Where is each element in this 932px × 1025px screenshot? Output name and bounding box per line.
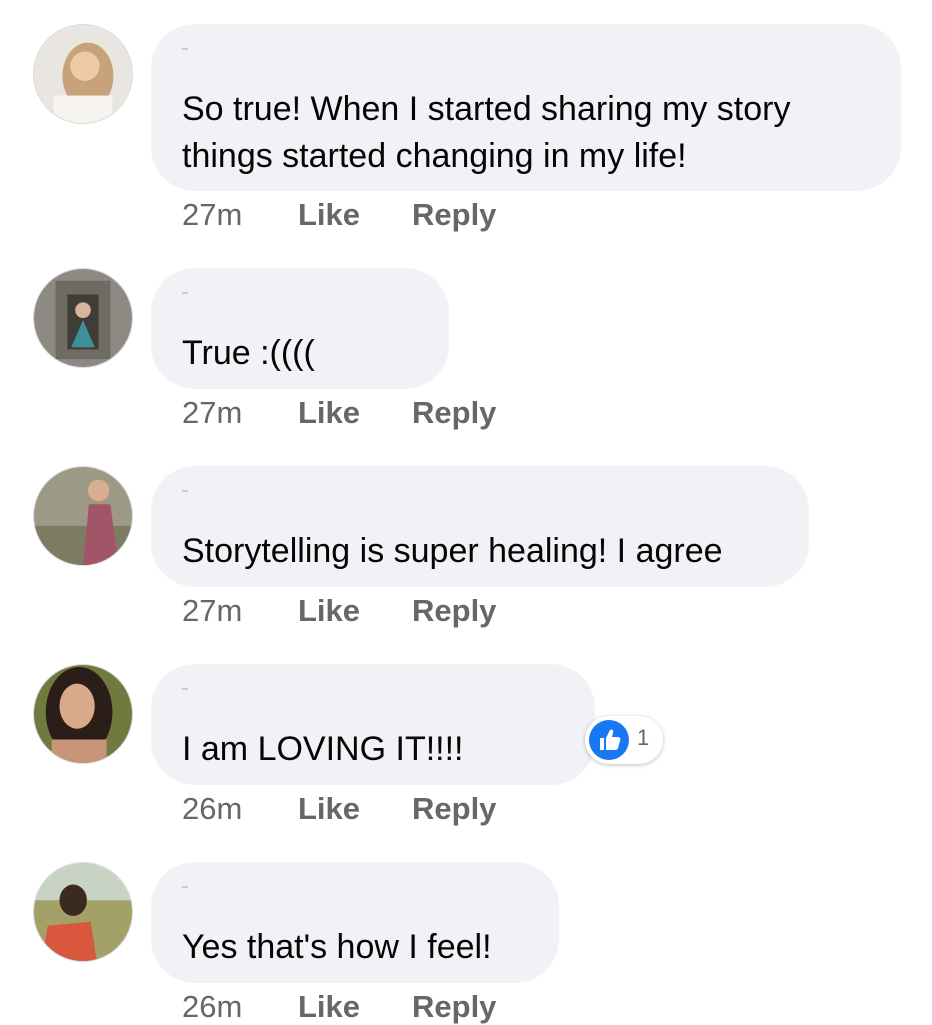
author-name[interactable] (182, 490, 188, 492)
avatar[interactable] (33, 268, 133, 368)
comment-time[interactable]: 27m (182, 395, 242, 431)
like-button[interactable]: Like (298, 593, 360, 629)
comment-text: Yes that's how I feel! (182, 928, 492, 966)
avatar-photo-icon (34, 665, 132, 763)
comment-text: So true! When I started sharing my story… (182, 90, 791, 175)
comment-time[interactable]: 27m (182, 197, 242, 233)
like-button[interactable]: Like (298, 989, 360, 1025)
avatar-photo-icon (34, 863, 132, 961)
avatar[interactable] (33, 466, 133, 566)
comment-time[interactable]: 26m (182, 791, 242, 827)
reply-button[interactable]: Reply (412, 395, 496, 431)
avatar[interactable] (33, 862, 133, 962)
author-name[interactable] (182, 886, 188, 888)
comment-text: True :(((( (182, 334, 315, 372)
reply-button[interactable]: Reply (412, 989, 496, 1025)
avatar-photo-icon (34, 25, 132, 123)
reaction-count: 1 (637, 725, 650, 750)
avatar-photo-icon (34, 269, 132, 367)
reaction-badge[interactable]: 1 (585, 716, 663, 764)
comment-bubble: So true! When I started sharing my story… (151, 24, 901, 191)
thumbs-up-icon (589, 720, 629, 760)
avatar[interactable] (33, 24, 133, 124)
author-name[interactable] (182, 48, 188, 50)
comment-bubble: Yes that's how I feel! (151, 862, 559, 983)
reply-button[interactable]: Reply (412, 791, 496, 827)
comment-bubble: Storytelling is super healing! I agree (151, 466, 809, 587)
comment-bubble: I am LOVING IT!!!! (151, 664, 595, 785)
like-button[interactable]: Like (298, 197, 360, 233)
comment-bubble: True :(((( (151, 268, 449, 389)
author-name[interactable] (182, 292, 188, 294)
avatar[interactable] (33, 664, 133, 764)
comment-time[interactable]: 27m (182, 593, 242, 629)
reply-button[interactable]: Reply (412, 197, 496, 233)
reply-button[interactable]: Reply (412, 593, 496, 629)
like-button[interactable]: Like (298, 791, 360, 827)
author-name[interactable] (182, 688, 188, 690)
avatar-photo-icon (34, 467, 132, 565)
comment-text: I am LOVING IT!!!! (182, 730, 464, 768)
comment-time[interactable]: 26m (182, 989, 242, 1025)
comment-text: Storytelling is super healing! I agree (182, 532, 723, 570)
like-button[interactable]: Like (298, 395, 360, 431)
